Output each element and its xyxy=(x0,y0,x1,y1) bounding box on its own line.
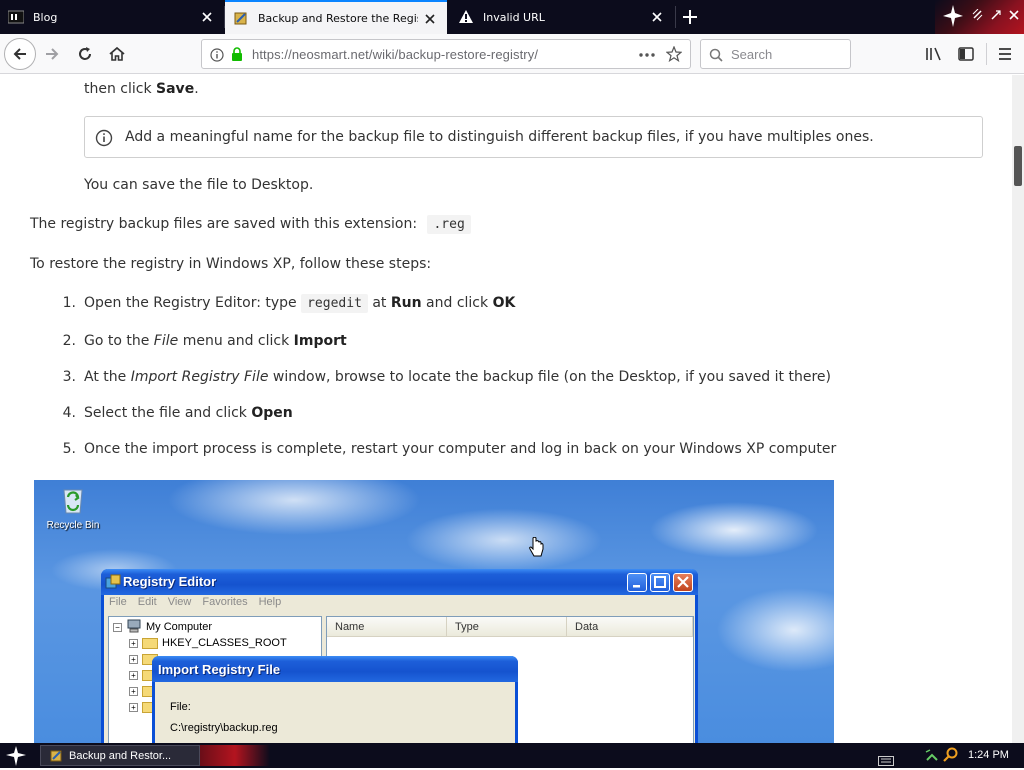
restore-intro: To restore the registry in Windows XP, f… xyxy=(30,256,432,272)
search-icon xyxy=(709,47,723,66)
tab-invalid-url[interactable]: Invalid URL xyxy=(450,0,674,34)
star-logo-icon xyxy=(943,5,963,31)
maximize-window-icon[interactable] xyxy=(990,6,1002,20)
list-item: 1. Open the Registry Editor: type regedit… xyxy=(62,294,516,313)
search-tray-icon[interactable] xyxy=(943,747,959,767)
url-text: https://neosmart.net/wiki/backup-restore… xyxy=(252,47,539,62)
page-scrollbar[interactable] xyxy=(1012,75,1024,743)
new-tab-plus-icon[interactable] xyxy=(680,7,700,27)
expand-icon: + xyxy=(129,686,138,696)
column-header-name: Name xyxy=(327,617,447,637)
scrollbar-thumb[interactable] xyxy=(1014,146,1022,186)
taskbar-window-button[interactable]: Backup and Restor... xyxy=(40,745,200,766)
neosmart-favicon-icon xyxy=(49,748,65,764)
close-tab-icon[interactable] xyxy=(650,10,664,24)
list-item: 4. Select the file and click Open xyxy=(62,405,293,421)
system-clock: 1:24 PM xyxy=(968,749,1009,761)
tree-item-hkcr: + HKEY_CLASSES_ROOT xyxy=(129,635,287,651)
collapse-icon: − xyxy=(113,622,122,632)
back-arrow-icon xyxy=(13,48,26,60)
toolbar-separator xyxy=(986,43,987,65)
recycle-bin-icon xyxy=(59,484,87,514)
save-instruction: then click Save. xyxy=(84,81,199,97)
file-path: C:\registry\backup.reg xyxy=(170,722,278,734)
search-placeholder: Search xyxy=(731,47,773,62)
page-actions-icon[interactable] xyxy=(638,47,656,66)
xp-close-icon xyxy=(673,573,693,592)
expand-icon: + xyxy=(129,638,138,648)
xp-maximize-icon xyxy=(650,573,670,592)
neosmart-favicon-icon xyxy=(233,10,249,26)
close-window-icon[interactable] xyxy=(1008,6,1020,20)
reload-button[interactable] xyxy=(71,40,99,68)
info-circle-icon xyxy=(95,129,113,147)
url-bar[interactable]: https://neosmart.net/wiki/backup-restore… xyxy=(201,39,691,69)
regedit-icon xyxy=(105,574,121,594)
expand-icon: + xyxy=(129,670,138,680)
home-button[interactable] xyxy=(103,40,131,68)
home-icon xyxy=(109,46,125,61)
blog-favicon-icon xyxy=(8,9,24,25)
recycle-bin: Recycle Bin xyxy=(44,484,102,531)
forward-button[interactable] xyxy=(38,40,66,68)
save-desktop-text: You can save the file to Desktop. xyxy=(84,177,314,193)
note-text: Add a meaningful name for the backup fil… xyxy=(125,129,874,145)
back-button[interactable] xyxy=(4,38,36,70)
reg-extension-code: .reg xyxy=(427,215,471,234)
column-header-type: Type xyxy=(447,617,567,637)
os-taskbar: Backup and Restor... 1:24 PM xyxy=(0,743,1024,768)
warning-icon xyxy=(458,9,474,25)
navigation-toolbar: https://neosmart.net/wiki/backup-restore… xyxy=(0,34,1024,74)
hamburger-menu-icon xyxy=(999,48,1011,60)
minimize-window-icon[interactable] xyxy=(972,6,984,21)
sidebar-toggle-button[interactable] xyxy=(952,40,980,68)
tree-root: − My Computer xyxy=(113,619,212,635)
info-note-box: Add a meaningful name for the backup fil… xyxy=(84,116,983,158)
close-tab-icon[interactable] xyxy=(423,12,437,26)
tab-blog[interactable]: Blog xyxy=(0,0,224,34)
taskbar-window-label: Backup and Restor... xyxy=(69,749,172,762)
import-dialog-titlebar: Import Registry File xyxy=(152,656,518,682)
expand-icon: + xyxy=(129,654,138,664)
expand-icon: + xyxy=(129,702,138,712)
folder-icon xyxy=(142,637,158,649)
taskbar-decoration xyxy=(200,745,270,766)
tab-strip: Blog Backup and Restore the Registry Inv… xyxy=(0,0,1024,34)
reload-icon xyxy=(79,47,91,60)
network-icon[interactable] xyxy=(924,748,940,768)
close-tab-icon[interactable] xyxy=(200,10,214,24)
list-item: 2. Go to the File menu and click Import xyxy=(62,333,347,349)
menu-button[interactable] xyxy=(991,40,1019,68)
import-registry-dialog: Import Registry File File: C:\registry\b… xyxy=(152,656,518,743)
regedit-menubar: File Edit View Favorites Help xyxy=(109,596,282,608)
lock-icon[interactable] xyxy=(230,46,244,66)
list-item: 5. Once the import process is complete, r… xyxy=(62,441,837,457)
start-menu-star-icon[interactable] xyxy=(6,746,26,770)
tab-label: Backup and Restore the Registry xyxy=(258,11,418,25)
tab-separator xyxy=(675,6,676,28)
save-keyword: Save xyxy=(156,81,195,97)
info-icon[interactable] xyxy=(210,47,224,66)
forward-arrow-icon xyxy=(46,48,59,60)
search-input[interactable]: Search xyxy=(700,39,851,69)
file-label: File: xyxy=(170,701,191,713)
tab-label: Invalid URL xyxy=(483,10,545,24)
regedit-code: regedit xyxy=(301,294,368,313)
library-icon xyxy=(926,47,941,61)
hand-cursor-icon xyxy=(528,536,544,563)
page-content: then click Save. Add a meaningful name f… xyxy=(0,75,1012,743)
sidebar-icon xyxy=(958,47,974,61)
computer-icon xyxy=(126,619,142,636)
list-item: 3. At the Import Registry File window, br… xyxy=(62,369,831,385)
tab-backup-restore[interactable]: Backup and Restore the Registry xyxy=(225,0,447,34)
keyboard-icon[interactable] xyxy=(878,751,894,770)
registry-editor-titlebar: Registry Editor xyxy=(101,569,698,595)
library-button[interactable] xyxy=(920,40,948,68)
column-header-data: Data xyxy=(567,617,693,637)
windows-xp-screenshot: Recycle Bin Registry Editor File Edit View… xyxy=(34,480,834,743)
tab-label: Blog xyxy=(33,10,58,24)
extension-paragraph: The registry backup files are saved with… xyxy=(30,215,471,234)
bookmark-star-icon[interactable] xyxy=(665,45,683,66)
xp-minimize-icon xyxy=(627,573,647,592)
